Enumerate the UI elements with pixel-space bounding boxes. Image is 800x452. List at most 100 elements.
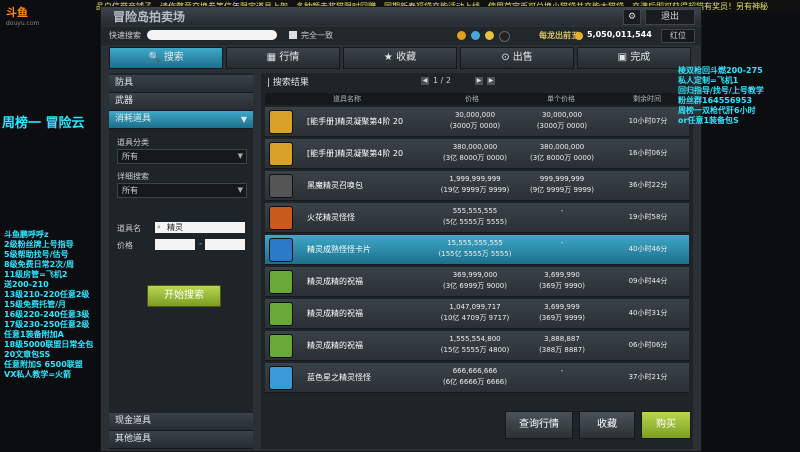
dropdown-icon[interactable] — [471, 31, 480, 40]
item-category-select[interactable]: 所有 ▼ — [117, 149, 247, 164]
first-page-icon[interactable]: ◀ — [421, 77, 429, 85]
overlay-line: 周榜一双枪代肝6小时 — [678, 106, 756, 115]
position-button[interactable]: 红位 — [661, 29, 695, 43]
item-remaining-time: 06小时06分 — [628, 341, 668, 349]
item-price: 30,000,000 (3000万 0000) — [449, 111, 501, 130]
item-unit-price: - — [560, 207, 564, 215]
item-unit-price: 30,000,000 (3000万 0000) — [536, 111, 588, 130]
overlay-right-promo: 棱双枪回斗燃200-275 私人定制=飞机1 回归指导/找号/上号教学 粉丝群1645… — [678, 66, 764, 126]
table-row[interactable]: 精灵成熟怪怪卡片 15,555,555,555 (155亿 5555万 5555) -… — [265, 235, 689, 265]
item-remaining-time: 37小时21分 — [628, 373, 668, 381]
spark-icon — [269, 206, 293, 230]
quick-search-input[interactable] — [147, 30, 277, 40]
start-search-button[interactable]: 开始搜索 — [147, 285, 221, 307]
book-icon — [269, 110, 293, 134]
buy-button[interactable]: 购买 — [641, 411, 691, 439]
item-price: 369,999,000 (3亿 6999万 9000) — [443, 271, 507, 290]
close-button[interactable]: 退出 — [645, 9, 695, 25]
favorite-button[interactable]: 收藏 — [579, 411, 635, 439]
quick-search-label: 快速搜索 — [109, 31, 141, 40]
detail-search-label: 详细搜索 — [117, 172, 149, 181]
overlay-line: 粉丝群164556953 — [678, 96, 753, 105]
category-armor[interactable]: 防具 — [109, 75, 253, 93]
results-panel: | 搜索结果 ◀ 1 / 2 ▶ ▶ 道具名称 价格 单个价格 剩余时间 [能手… — [261, 73, 693, 449]
window-title: 冒险岛拍卖场 — [113, 10, 186, 24]
item-price: 15,555,555,555 (155亿 5555万 5555) — [438, 239, 512, 258]
item-name: 精灵成熟怪怪卡片 — [307, 245, 371, 254]
tab-complete[interactable]: ▣ 完成 — [577, 47, 691, 69]
overlay-line: 棱双枪回斗燃200-275 — [678, 66, 763, 75]
tab-search[interactable]: 🔍 搜索 — [109, 47, 223, 69]
item-name: 精灵成精的祝福 — [307, 309, 363, 318]
table-row[interactable]: 黑魔精灵召唤包 1,999,999,999 (19亿 9999万 9999) 999,… — [265, 171, 689, 201]
results-title: | 搜索结果 — [267, 78, 309, 88]
chevron-down-icon: ▼ — [237, 186, 243, 194]
category-consumable[interactable]: 消耗道具 ▼ — [109, 111, 253, 129]
exact-match-checkbox[interactable] — [289, 31, 297, 39]
overlay-line: 11级房管=飞机2 — [4, 270, 68, 279]
square-icon[interactable] — [499, 31, 510, 42]
table-row[interactable]: [能手册]精灵凝聚第4阶 20 30,000,000 (3000万 0000) 30,… — [265, 107, 689, 137]
overlay-line: 5级帮助找号/估号 — [4, 250, 69, 259]
chevron-down-icon: ▼ — [237, 152, 243, 160]
item-name-input[interactable]: 精灵 — [155, 222, 245, 233]
detail-search-select[interactable]: 所有 ▼ — [117, 183, 247, 198]
item-unit-price: 3,699,990 (369万 9990) — [539, 271, 585, 290]
category-cash[interactable]: 现金道具 — [109, 413, 253, 431]
price-max-input[interactable] — [205, 239, 245, 250]
table-row[interactable]: [能手册]精灵凝聚第4阶 20 380,000,000 (3亿 8000万 0000… — [265, 139, 689, 169]
overlay-line: 任意附加S 6500联盟 — [4, 360, 83, 369]
item-unit-price: 3,699,999 (369万 9999) — [539, 303, 585, 322]
next-page-icon[interactable]: ▶ — [475, 77, 483, 85]
table-row[interactable]: 蓝色星之精灵怪怪 666,666,666 (6亿 6666万 6666) - 37小时2… — [265, 363, 689, 393]
tab-market[interactable]: ▦ 行情 — [226, 47, 340, 69]
table-row[interactable]: 精灵成精的祝福 369,999,000 (3亿 6999万 9000) 3,699,9… — [265, 267, 689, 297]
main-tabs: 🔍 搜索 ▦ 行情 ★ 收藏 ⊙ 出售 ▣ 完成 — [109, 47, 693, 69]
gear-icon[interactable]: ⚙ — [623, 9, 641, 25]
book-icon — [269, 142, 293, 166]
category-weapon[interactable]: 武器 — [109, 93, 253, 111]
overlay-line: 2级粉丝牌上号指导 — [4, 240, 74, 249]
page-indicator: 1 / 2 — [433, 76, 451, 85]
bag-icon — [269, 174, 293, 198]
item-remaining-time: 10小时07分 — [628, 117, 668, 125]
item-remaining-time: 16小时06分 — [628, 149, 668, 157]
overlay-line: 任意1装备附加A — [4, 330, 64, 339]
star-monster-icon — [269, 366, 293, 390]
query-market-button[interactable]: 查询行情 — [505, 411, 573, 439]
tab-sell[interactable]: ⊙ 出售 — [460, 47, 574, 69]
star-icon[interactable] — [485, 31, 494, 40]
overlay-line: 16级220-240任意3级 — [4, 310, 90, 319]
item-remaining-time: 09小时44分 — [628, 277, 668, 285]
item-unit-price: - — [560, 367, 564, 375]
item-price: 380,000,000 (3亿 8000万 0000) — [443, 143, 507, 162]
mesos-amount: 5,050,011,544 — [587, 30, 652, 39]
item-name-label: 道具名 — [117, 224, 141, 233]
item-name: 精灵成精的祝福 — [307, 341, 363, 350]
overlay-line: 17级230-250任意2级 — [4, 320, 90, 329]
overlay-line: 8级免费日常2次/周 — [4, 260, 75, 269]
overlay-line: 私人定制=飞机1 — [678, 76, 739, 85]
item-remaining-time: 19小时58分 — [628, 213, 668, 221]
tab-favorites[interactable]: ★ 收藏 — [343, 47, 457, 69]
price-separator: - — [199, 239, 202, 248]
item-unit-price: 380,000,000 (3亿 8000万 0000) — [530, 143, 594, 162]
table-row[interactable]: 火花精灵怪怪 555,555,555 (5亿 5555万 5555) - 19小时58分 — [265, 203, 689, 233]
exact-match-label: 完全一致 — [301, 31, 333, 40]
last-page-icon[interactable]: ▶ — [487, 77, 495, 85]
filter-sidebar: 防具 武器 消耗道具 ▼ 道具分类 所有 ▼ 详细搜索 所有 ▼ 道具名 精灵 ⌕ 价… — [109, 73, 253, 449]
item-name: 火花精灵怪怪 — [307, 213, 355, 222]
category-other[interactable]: 其他道具 — [109, 431, 253, 449]
card-icon — [269, 238, 293, 262]
bless-icon — [269, 302, 293, 326]
overlay-line: 18级5000联盟日常全包 — [4, 340, 94, 349]
overlay-line: VX私人教学=火箭 — [4, 370, 72, 379]
overlay-line: 20文章包SS — [4, 350, 51, 359]
price-min-input[interactable] — [155, 239, 195, 250]
table-row[interactable]: 精灵成精的祝福 1,047,099,717 (10亿 4709万 9717) 3,69… — [265, 299, 689, 329]
item-unit-price: - — [560, 239, 564, 247]
quick-search-bar: 快速搜索 完全一致 每龙出前五 5,050,011,544 红位 — [101, 27, 701, 45]
table-row[interactable]: 精灵成精的祝福 1,555,554,800 (15亿 5555万 4800) 3,88… — [265, 331, 689, 361]
emoji-icon[interactable] — [457, 31, 466, 40]
overlay-weekly-rank: 周榜一 冒险云 — [2, 116, 85, 131]
